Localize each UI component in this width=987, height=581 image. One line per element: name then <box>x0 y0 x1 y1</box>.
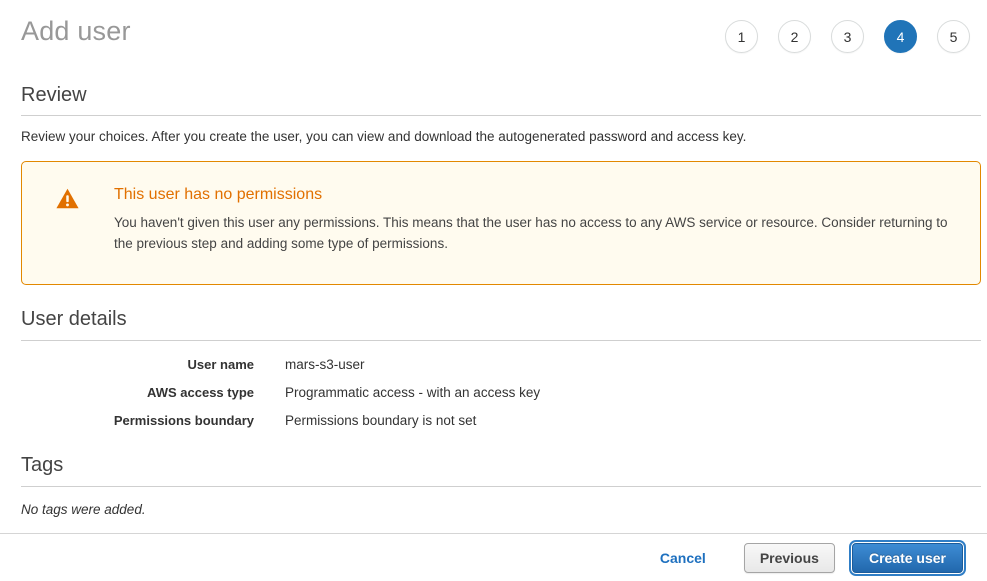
warning-title: This user has no permissions <box>114 186 964 204</box>
step-indicator: 1 2 3 4 5 <box>725 20 970 53</box>
no-permissions-warning: This user has no permissions You haven't… <box>21 161 981 285</box>
warning-triangle-icon <box>56 186 114 266</box>
step-5: 5 <box>937 20 970 53</box>
wizard-header: Add user 1 2 3 4 5 <box>0 0 987 72</box>
detail-value: Permissions boundary is not set <box>285 413 476 428</box>
add-user-wizard-page: Add user 1 2 3 4 5 Review Review your ch… <box>0 0 987 581</box>
step-2: 2 <box>778 20 811 53</box>
user-details-rows: User name mars-s3-user AWS access type P… <box>21 357 966 428</box>
detail-label: User name <box>21 357 254 372</box>
previous-button[interactable]: Previous <box>744 543 835 573</box>
review-section: Review Review your choices. After you cr… <box>21 84 966 144</box>
tags-heading: Tags <box>21 454 966 477</box>
detail-row-permissions-boundary: Permissions boundary Permissions boundar… <box>21 413 966 428</box>
detail-row-user-name: User name mars-s3-user <box>21 357 966 372</box>
step-4-active: 4 <box>884 20 917 53</box>
cancel-link[interactable]: Cancel <box>660 550 706 566</box>
detail-label: Permissions boundary <box>21 413 254 428</box>
tags-divider <box>21 486 981 487</box>
detail-row-access-type: AWS access type Programmatic access - wi… <box>21 385 966 400</box>
user-details-divider <box>21 340 981 341</box>
review-divider <box>21 115 981 116</box>
review-description: Review your choices. After you create th… <box>21 129 966 144</box>
tags-empty-text: No tags were added. <box>21 502 966 517</box>
user-details-heading: User details <box>21 308 966 331</box>
detail-label: AWS access type <box>21 385 254 400</box>
create-user-button[interactable]: Create user <box>852 543 963 573</box>
tags-section: Tags No tags were added. <box>21 454 966 517</box>
warning-body: You haven't given this user any permissi… <box>114 212 964 254</box>
detail-value: mars-s3-user <box>285 357 365 372</box>
step-3: 3 <box>831 20 864 53</box>
step-1: 1 <box>725 20 758 53</box>
detail-value: Programmatic access - with an access key <box>285 385 540 400</box>
wizard-footer: Cancel Previous Create user <box>0 533 987 581</box>
review-heading: Review <box>21 84 966 107</box>
user-details-section: User details User name mars-s3-user AWS … <box>21 308 966 428</box>
warning-text: This user has no permissions You haven't… <box>114 186 964 266</box>
